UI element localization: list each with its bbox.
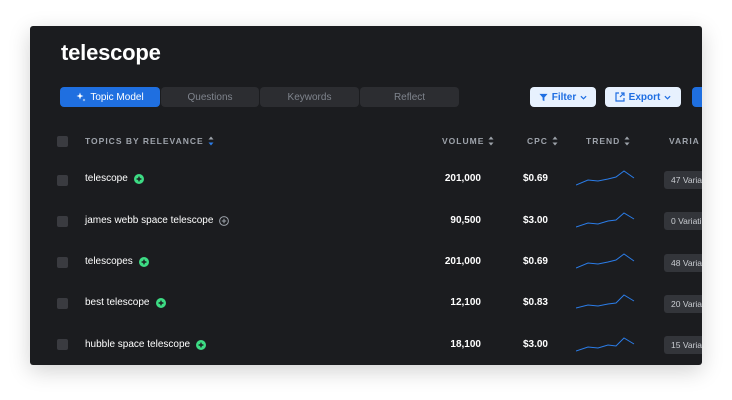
trend-sparkline [576,294,635,309]
column-label: VARIA [669,136,700,146]
column-header-volume[interactable]: VOLUME [442,136,494,146]
plus-circle-icon[interactable] [219,215,230,226]
variations-button[interactable]: 47 Varia [664,171,702,189]
tab-reflect[interactable]: Reflect [360,87,459,107]
volume-value: 201,000 [444,256,481,267]
trend-sparkline [576,212,635,228]
row-checkbox[interactable] [57,339,68,350]
row-checkbox[interactable] [57,216,68,227]
tab-label: Questions [187,91,233,103]
filter-icon [539,93,548,102]
tab-label: Topic Model [90,91,144,103]
topic-link[interactable]: best telescope [85,297,166,308]
export-label: Export [628,91,661,103]
column-label: TOPICS BY RELEVANCE [85,136,204,146]
export-icon [615,92,625,102]
topic-label: telescope [85,173,128,184]
topic-link[interactable]: telescopes [85,256,149,267]
sort-icon [208,136,214,146]
filter-button[interactable]: Filter [530,87,596,107]
column-label: CPC [527,136,548,146]
row-checkbox[interactable] [57,298,68,309]
tab-label: Keywords [287,91,332,103]
volume-value: 201,000 [444,173,481,184]
column-header-trend[interactable]: TREND [586,136,630,146]
plus-circle-icon[interactable] [133,173,144,184]
row-checkbox[interactable] [57,257,68,268]
sort-icon [488,136,494,146]
plus-circle-icon[interactable] [196,339,207,350]
tab-questions[interactable]: Questions [161,87,259,107]
variations-button[interactable]: 20 Varia [664,295,702,313]
topic-link[interactable]: telescope [85,173,144,184]
trend-sparkline [576,337,635,352]
variations-button[interactable]: 0 Variati [664,212,702,230]
plus-circle-icon[interactable] [138,256,149,267]
trend-sparkline [576,170,635,186]
column-label: VOLUME [442,136,485,146]
tab-label: Reflect [393,91,426,103]
sort-icon [552,136,558,146]
column-header-topics[interactable]: TOPICS BY RELEVANCE [85,136,214,146]
view-tabs: Topic Model Questions Keywords Reflect [60,87,460,107]
tab-keywords[interactable]: Keywords [260,87,359,107]
topic-label: james webb space telescope [85,215,214,226]
cpc-value: $0.69 [522,173,548,184]
volume-value: 90,500 [450,215,481,226]
topic-label: telescopes [85,256,133,267]
row-checkbox[interactable] [57,175,68,186]
filter-label: Filter [551,91,577,103]
main-panel: telescope Topic Model Questions Keywords… [30,26,702,365]
chevron-down-icon [664,95,671,100]
select-all-checkbox[interactable] [57,136,68,147]
topic-link[interactable]: hubble space telescope [85,339,207,350]
column-header-variations[interactable]: VARIA [669,136,700,146]
volume-value: 12,100 [450,297,481,308]
volume-value: 18,100 [450,339,481,350]
tab-topic-model[interactable]: Topic Model [60,87,160,107]
cpc-value: $3.00 [522,215,548,226]
sort-icon [624,136,630,146]
column-label: TREND [586,136,621,146]
variations-button[interactable]: 15 Varia [664,336,702,354]
column-header-cpc[interactable]: CPC [527,136,558,146]
cpc-value: $0.69 [522,256,548,267]
topic-link[interactable]: james webb space telescope [85,215,230,226]
more-actions-button[interactable] [692,87,702,107]
cpc-value: $0.83 [522,297,548,308]
export-button[interactable]: Export [605,87,681,107]
cpc-value: $3.00 [522,339,548,350]
variations-button[interactable]: 48 Varia [664,254,702,272]
chevron-down-icon [580,95,587,100]
topic-label: best telescope [85,297,150,308]
plus-circle-icon[interactable] [155,297,166,308]
sparkle-icon [76,92,86,102]
trend-sparkline [576,253,635,269]
topic-label: hubble space telescope [85,339,191,350]
page-title: telescope [61,40,161,65]
